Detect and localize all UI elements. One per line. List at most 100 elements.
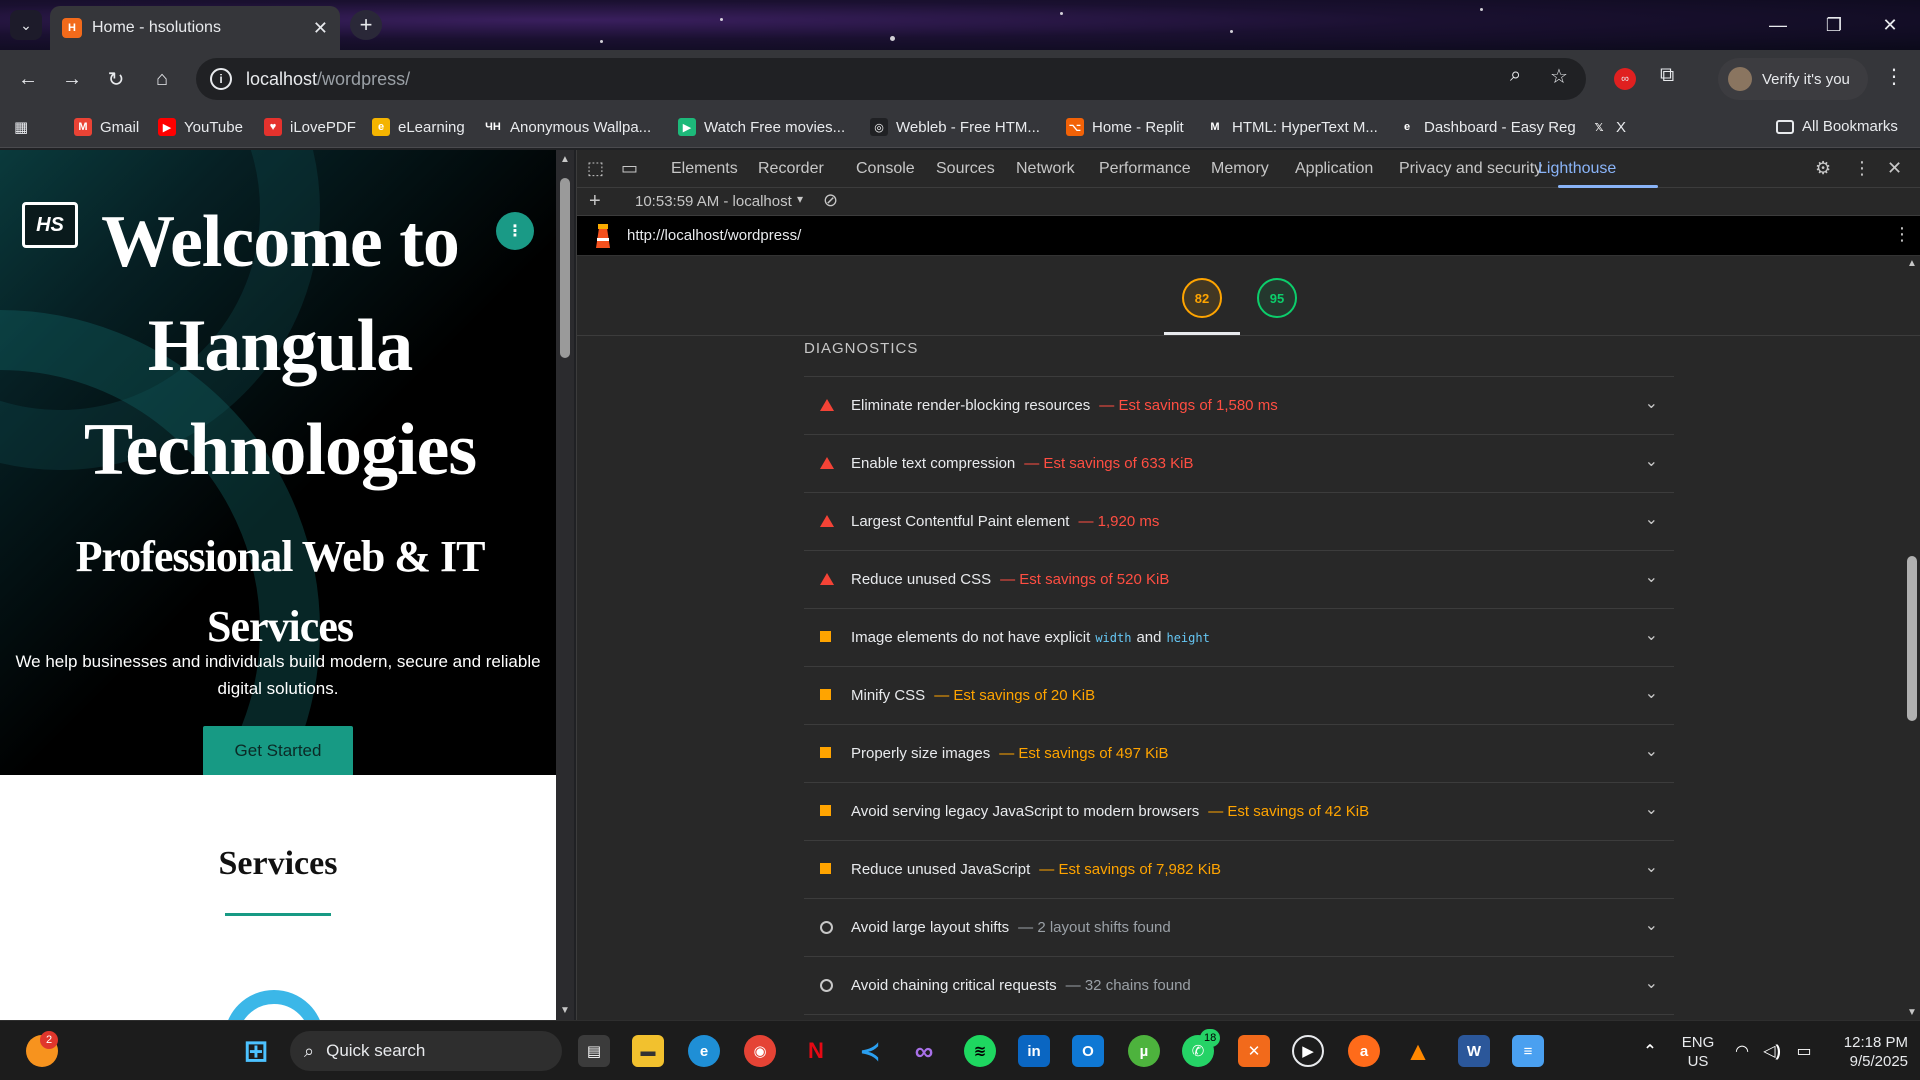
mobile-menu-button[interactable]: ⋮: [496, 212, 534, 250]
close-devtools-icon[interactable]: ✕: [1887, 158, 1902, 179]
outlook-icon[interactable]: O: [1072, 1035, 1104, 1067]
audit-row[interactable]: Minify CSS — Est savings of 20 KiB ⌄: [804, 667, 1674, 725]
new-tab-button[interactable]: +: [350, 10, 382, 40]
tab-network[interactable]: Network: [1016, 160, 1075, 178]
utorrent-icon[interactable]: µ: [1128, 1035, 1160, 1067]
scroll-up-icon[interactable]: ▲: [1907, 258, 1917, 269]
chevron-down-icon[interactable]: ⌄: [1645, 625, 1658, 645]
chevron-up-icon[interactable]: ⌃: [1634, 1035, 1666, 1067]
forward-button[interactable]: →: [56, 63, 88, 95]
chevron-down-icon[interactable]: ⌄: [1645, 509, 1658, 529]
linkedin-icon[interactable]: in: [1018, 1035, 1050, 1067]
audit-row[interactable]: Eliminate render-blocking resources — Est…: [804, 377, 1674, 435]
bookmark-star-icon[interactable]: ☆: [1550, 64, 1568, 89]
chevron-down-icon[interactable]: ⌄: [1645, 451, 1658, 471]
new-report-plus-icon[interactable]: +: [589, 190, 601, 213]
back-button[interactable]: ←: [12, 63, 44, 95]
apps-grid-icon[interactable]: ▦: [14, 118, 28, 136]
audit-row[interactable]: Avoid large layout shifts — 2 layout shif…: [804, 899, 1674, 957]
clear-reports-icon[interactable]: ⊘: [823, 190, 838, 211]
all-bookmarks-button[interactable]: All Bookmarks: [1776, 118, 1898, 135]
scroll-down-icon[interactable]: ▼: [560, 1005, 570, 1016]
chevron-down-icon[interactable]: ⌄: [1645, 741, 1658, 761]
kebab-menu-icon[interactable]: ⋮: [1884, 64, 1904, 89]
vlc-icon[interactable]: ▲: [1402, 1035, 1434, 1067]
audit-row[interactable]: Image elements do not have explicit width…: [804, 609, 1674, 667]
close-window-button[interactable]: ✕: [1862, 0, 1918, 50]
chevron-down-icon[interactable]: ⌄: [1645, 393, 1658, 413]
tab-recorder[interactable]: Recorder: [758, 160, 824, 178]
spotify-icon[interactable]: ≋: [964, 1035, 996, 1067]
kebab-menu-icon[interactable]: ⋮: [1893, 224, 1911, 245]
site-info-icon[interactable]: i: [210, 68, 232, 90]
chevron-down-icon[interactable]: ⌄: [1645, 799, 1658, 819]
browser-tab[interactable]: H Home - hsolutions ✕: [50, 6, 340, 50]
profile-button[interactable]: Verify it's you: [1718, 58, 1868, 100]
windows-start-icon[interactable]: ⊞: [240, 1035, 272, 1068]
restore-button[interactable]: ❐: [1806, 0, 1862, 50]
visual-studio-icon[interactable]: ∞: [908, 1035, 940, 1067]
bookmark-item[interactable]: ▶ YouTube: [158, 118, 243, 136]
devtools-scrollbar[interactable]: ▲ ▼: [1903, 256, 1920, 1020]
audit-row[interactable]: Avoid serving legacy JavaScript to moder…: [804, 783, 1674, 841]
scrollbar-thumb[interactable]: [1907, 556, 1917, 721]
file-explorer-icon[interactable]: ▬: [632, 1035, 664, 1067]
reload-button[interactable]: ↻: [100, 63, 132, 95]
tab-console[interactable]: Console: [856, 160, 915, 178]
edge-icon[interactable]: e: [688, 1035, 720, 1067]
tab-privacy-security[interactable]: Privacy and security: [1399, 160, 1542, 178]
tab-performance[interactable]: Performance: [1099, 160, 1191, 178]
close-tab-icon[interactable]: ✕: [313, 18, 328, 39]
audit-row[interactable]: Properly size images — Est savings of 497…: [804, 725, 1674, 783]
bookmark-item[interactable]: ♥ iLovePDF: [264, 118, 356, 136]
bookmark-item[interactable]: M HTML: HyperText M...: [1206, 118, 1378, 136]
store-icon[interactable]: ▤: [578, 1035, 610, 1067]
wifi-icon[interactable]: ◠: [1726, 1035, 1758, 1067]
tab-lighthouse[interactable]: Lighthouse: [1538, 160, 1616, 178]
chevron-down-icon[interactable]: ⌄: [1645, 567, 1658, 587]
clock[interactable]: 12:18 PM 9/5/2025: [1826, 1033, 1908, 1071]
device-toolbar-icon[interactable]: ▭: [621, 158, 638, 179]
tab-application[interactable]: Application: [1295, 160, 1373, 178]
score-gauge-performance[interactable]: 82: [1182, 278, 1222, 318]
chevron-down-icon[interactable]: ⌄: [1645, 857, 1658, 877]
tab-memory[interactable]: Memory: [1211, 160, 1269, 178]
word-icon[interactable]: W: [1458, 1035, 1490, 1067]
page-scrollbar[interactable]: ▲ ▼: [556, 150, 574, 1020]
battery-icon[interactable]: ▭: [1788, 1035, 1820, 1067]
chrome-icon[interactable]: ◉: [744, 1035, 776, 1067]
audit-row[interactable]: Reduce unused CSS — Est savings of 520 Ki…: [804, 551, 1674, 609]
audit-row[interactable]: Largest Contentful Paint element — 1,920 …: [804, 493, 1674, 551]
bookmark-item[interactable]: e eLearning: [372, 118, 465, 136]
media-player-icon[interactable]: ▶: [1292, 1035, 1324, 1067]
chevron-down-icon[interactable]: ⌄: [1645, 973, 1658, 993]
language-indicator[interactable]: ENG US: [1680, 1033, 1716, 1071]
get-started-button[interactable]: Get Started: [203, 726, 353, 775]
audit-row[interactable]: Reduce unused JavaScript — Est savings of…: [804, 841, 1674, 899]
report-selector[interactable]: 10:53:59 AM - localhost: [635, 193, 792, 210]
address-bar[interactable]: i localhost/wordpress/: [196, 58, 1586, 100]
audit-row[interactable]: Enable text compression — Est savings of …: [804, 435, 1674, 493]
taskbar-search[interactable]: ⌕ Quick search: [290, 1031, 562, 1071]
settings-gear-icon[interactable]: ⚙: [1815, 158, 1831, 179]
tab-sources[interactable]: Sources: [936, 160, 995, 178]
bookmark-item[interactable]: 𝕏X: [1590, 118, 1626, 136]
chevron-down-icon[interactable]: ⌄: [1645, 683, 1658, 703]
home-button[interactable]: ⌂: [146, 63, 178, 95]
scroll-down-icon[interactable]: ▼: [1907, 1007, 1917, 1018]
notepad-icon[interactable]: ≡: [1512, 1035, 1544, 1067]
bookmark-item[interactable]: ⌥ Home - Replit: [1066, 118, 1184, 136]
bookmark-item[interactable]: ▶ Watch Free movies...: [678, 118, 845, 136]
audit-row[interactable]: Avoid chaining critical requests — 32 cha…: [804, 957, 1674, 1015]
avast-icon[interactable]: a: [1348, 1035, 1380, 1067]
inspect-element-icon[interactable]: ⬚: [587, 158, 604, 179]
extension-icon[interactable]: ∞: [1614, 68, 1636, 90]
extensions-puzzle-icon[interactable]: ⧉: [1660, 64, 1674, 87]
kebab-menu-icon[interactable]: ⋮: [1853, 158, 1871, 179]
tab-search-button[interactable]: ⌄: [10, 10, 42, 40]
bookmark-item[interactable]: M Gmail: [74, 118, 139, 136]
scroll-up-icon[interactable]: ▲: [560, 154, 570, 165]
scrollbar-thumb[interactable]: [560, 178, 570, 358]
xampp-icon[interactable]: ✕: [1238, 1035, 1270, 1067]
bookmark-item[interactable]: ЧН Anonymous Wallpa...: [484, 118, 651, 136]
